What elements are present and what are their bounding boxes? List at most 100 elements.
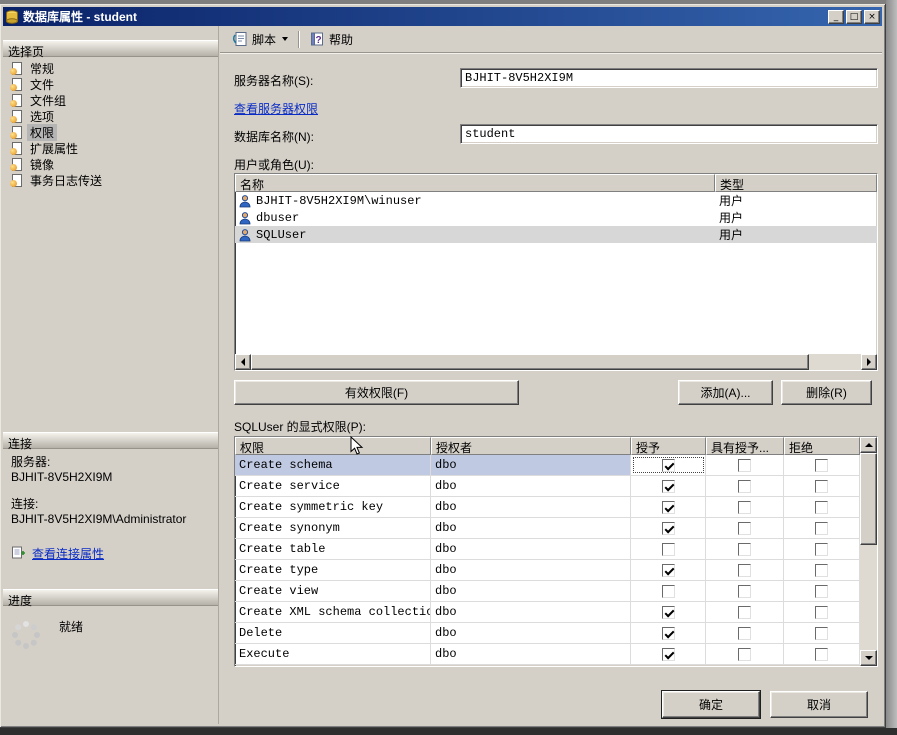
deny-checkbox[interactable]: [815, 563, 828, 577]
users-table-header: 名称 类型: [235, 174, 877, 192]
script-button-label: 脚本: [252, 32, 277, 47]
scroll-left-button[interactable]: [235, 354, 251, 370]
database-name-input[interactable]: [460, 124, 878, 144]
permission-row[interactable]: Create XML schema collection dbo: [235, 602, 860, 623]
permissions-vertical-scrollbar[interactable]: [860, 437, 877, 666]
permission-name-cell: Delete: [235, 623, 431, 643]
grant-checkbox[interactable]: [661, 458, 675, 472]
with-grant-checkbox[interactable]: [738, 626, 751, 640]
sidebar-item-general[interactable]: 常规: [3, 60, 218, 76]
sidebar-item-filegroups[interactable]: 文件组: [3, 92, 218, 108]
maximize-button[interactable]: □: [846, 9, 862, 24]
view-connection-properties-link[interactable]: 查看连接属性: [32, 547, 104, 562]
deny-checkbox[interactable]: [815, 647, 828, 661]
deny-checkbox[interactable]: [815, 584, 828, 598]
view-server-permissions-link[interactable]: 查看服务器权限: [234, 100, 318, 117]
grant-cell: [631, 539, 706, 559]
cancel-button[interactable]: 取消: [770, 691, 868, 718]
grant-checkbox[interactable]: [661, 542, 675, 556]
sidebar-item-permissions[interactable]: 权限: [3, 123, 218, 141]
deny-cell: [784, 560, 860, 580]
help-button[interactable]: ? 帮助: [303, 28, 359, 51]
with-grant-checkbox[interactable]: [738, 542, 751, 556]
effective-permissions-button[interactable]: 有效权限(F): [234, 380, 519, 405]
deny-cell: [784, 476, 860, 496]
deny-checkbox[interactable]: [815, 626, 828, 640]
sidebar-item-label: 镜像: [30, 157, 55, 172]
permission-row[interactable]: Execute dbo: [235, 644, 860, 665]
with-grant-checkbox[interactable]: [738, 521, 751, 535]
sidebar-item-files[interactable]: 文件: [3, 76, 218, 92]
sidebar-item-options[interactable]: 选项: [3, 108, 218, 124]
user-row[interactable]: dbuser 用户: [235, 209, 877, 226]
server-name-label: 服务器名称(S):: [234, 74, 314, 88]
permissions-column-header[interactable]: 拒绝: [784, 437, 860, 455]
minimize-button[interactable]: _: [828, 9, 844, 24]
deny-checkbox[interactable]: [815, 458, 828, 472]
grant-checkbox[interactable]: [661, 584, 675, 598]
users-hscroll-thumb[interactable]: [251, 354, 809, 370]
with-grant-checkbox[interactable]: [738, 563, 751, 577]
with-grant-checkbox[interactable]: [738, 647, 751, 661]
with-grant-cell: [706, 497, 784, 517]
scroll-up-button[interactable]: [860, 437, 877, 453]
remove-button[interactable]: 删除(R): [781, 380, 872, 405]
permissions-vscroll-thumb[interactable]: [860, 453, 877, 545]
scroll-right-button[interactable]: [861, 354, 877, 370]
with-grant-checkbox[interactable]: [738, 605, 751, 619]
deny-checkbox[interactable]: [815, 605, 828, 619]
server-name-input[interactable]: [460, 68, 878, 88]
with-grant-checkbox[interactable]: [738, 500, 751, 514]
sidebar-item-mirroring[interactable]: 镜像: [3, 156, 218, 172]
chevron-down-icon: [282, 37, 289, 41]
user-row[interactable]: SQLUser 用户: [235, 226, 877, 243]
permission-row[interactable]: Create schema dbo: [235, 455, 860, 476]
sidebar-item-label: 选项: [30, 109, 55, 124]
deny-checkbox[interactable]: [815, 500, 828, 514]
with-grant-checkbox[interactable]: [738, 458, 751, 472]
close-button[interactable]: ×: [864, 9, 880, 24]
permission-row[interactable]: Create service dbo: [235, 476, 860, 497]
permission-row[interactable]: Delete dbo: [235, 623, 860, 644]
grant-checkbox[interactable]: [661, 500, 675, 514]
sidebar: 选择页 常规 文件 文件组 选项 权限 扩展属性 镜像 事务日志传送 连接 服务器: BJHI…: [3, 26, 219, 724]
with-grant-checkbox[interactable]: [738, 479, 751, 493]
user-row[interactable]: BJHIT-8V5H2XI9M\winuser 用户: [235, 192, 877, 209]
permissions-column-header[interactable]: 具有授予...: [706, 437, 784, 455]
script-button[interactable]: 脚本: [226, 28, 294, 51]
permission-row[interactable]: Create table dbo: [235, 539, 860, 560]
sidebar-item-transaction-log-shipping[interactable]: 事务日志传送: [3, 172, 218, 188]
explicit-permissions-label: SQLUser 的显式权限(P):: [234, 420, 367, 434]
grant-checkbox[interactable]: [661, 605, 675, 619]
users-column-header[interactable]: 类型: [715, 174, 877, 192]
permissions-table-body: Create schema dbo Create service dbo Create …: [235, 455, 860, 665]
users-horizontal-scrollbar[interactable]: [235, 354, 877, 370]
grant-cell: [631, 455, 706, 475]
with-grant-checkbox[interactable]: [738, 584, 751, 598]
permission-row[interactable]: Create type dbo: [235, 560, 860, 581]
grant-checkbox[interactable]: [661, 647, 675, 661]
deny-checkbox[interactable]: [815, 521, 828, 535]
svg-text:?: ?: [315, 35, 321, 46]
permissions-column-header[interactable]: 授予: [631, 437, 706, 455]
users-column-header[interactable]: 名称: [235, 174, 715, 192]
grant-checkbox[interactable]: [661, 521, 675, 535]
titlebar[interactable]: 数据库属性 - student _ □ ×: [3, 7, 882, 26]
deny-checkbox[interactable]: [815, 479, 828, 493]
permission-row[interactable]: Create view dbo: [235, 581, 860, 602]
permissions-column-header[interactable]: 授权者: [431, 437, 631, 455]
page-icon: [10, 125, 23, 139]
ok-button[interactable]: 确定: [661, 690, 761, 719]
grant-checkbox[interactable]: [661, 479, 675, 493]
with-grant-cell: [706, 476, 784, 496]
sidebar-item-extended-properties[interactable]: 扩展属性: [3, 140, 218, 156]
deny-checkbox[interactable]: [815, 542, 828, 556]
add-button[interactable]: 添加(A)...: [678, 380, 773, 405]
permissions-column-header[interactable]: 权限: [235, 437, 431, 455]
scroll-down-button[interactable]: [860, 650, 877, 666]
grant-checkbox[interactable]: [661, 563, 675, 577]
grantor-cell: dbo: [431, 497, 631, 517]
grant-checkbox[interactable]: [661, 626, 675, 640]
permission-row[interactable]: Create symmetric key dbo: [235, 497, 860, 518]
permission-row[interactable]: Create synonym dbo: [235, 518, 860, 539]
